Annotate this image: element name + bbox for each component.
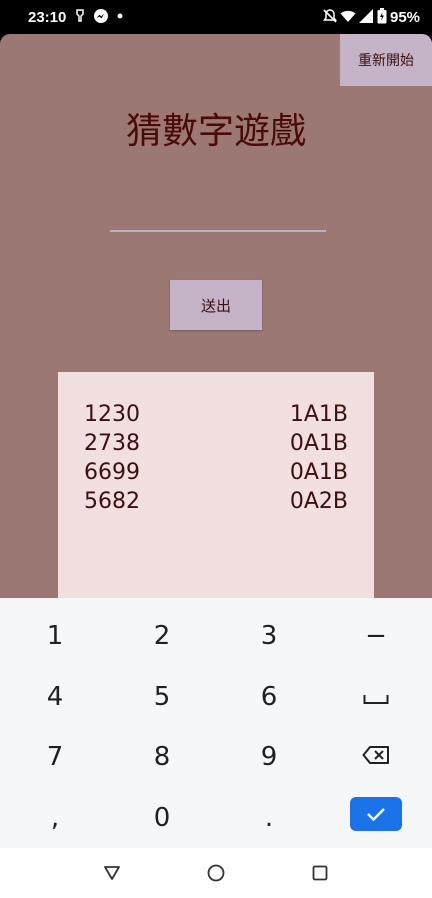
- guess-history: 1230 1A1B 2738 0A1B 6699 0A1B 5682 0A2B: [58, 372, 374, 598]
- key-2[interactable]: 2: [112, 608, 212, 664]
- key-1[interactable]: 1: [5, 608, 105, 664]
- submit-button[interactable]: 送出: [170, 280, 262, 330]
- history-result: 1A1B: [289, 402, 348, 427]
- page-title: 猜數字遊戲: [125, 111, 306, 152]
- home-icon[interactable]: [204, 861, 228, 885]
- restart-button[interactable]: 重新開始: [340, 34, 432, 86]
- key-6[interactable]: 6: [219, 669, 319, 725]
- space-icon: [363, 682, 389, 712]
- history-guess: 2738: [84, 431, 140, 456]
- game-screen: 重新開始 猜數字遊戲 送出 1230 1A1B 2738 0A1B 6699 0…: [0, 34, 432, 598]
- key-backspace[interactable]: [326, 729, 426, 785]
- key-7[interactable]: 7: [5, 729, 105, 785]
- key-confirm[interactable]: [326, 786, 426, 842]
- key-minus[interactable]: −: [326, 608, 426, 664]
- history-result: 0A1B: [289, 460, 348, 485]
- key-5[interactable]: 5: [112, 669, 212, 725]
- guess-input[interactable]: [110, 184, 326, 232]
- key-space[interactable]: [326, 669, 426, 725]
- navigation-bar: [0, 848, 432, 898]
- messenger-icon: [93, 8, 109, 24]
- key-4[interactable]: 4: [5, 669, 105, 725]
- history-row: 2738 0A1B: [84, 431, 348, 460]
- battery-icon: [377, 8, 387, 24]
- history-result: 0A1B: [289, 431, 348, 456]
- history-row: 1230 1A1B: [84, 402, 348, 431]
- numeric-keyboard: 1 2 3 − 4 5 6 7 8 9 , 0 .: [0, 598, 432, 848]
- check-icon: [350, 797, 402, 831]
- key-0[interactable]: 0: [112, 790, 212, 846]
- recents-icon[interactable]: [308, 861, 332, 885]
- history-guess: 1230: [84, 402, 140, 427]
- battery-percent: 95%: [390, 9, 421, 26]
- status-time: 23:10: [28, 9, 67, 26]
- backspace-icon: [362, 742, 390, 772]
- history-row: 6699 0A1B: [84, 460, 348, 489]
- status-bar: 23:10 95%: [0, 0, 432, 34]
- key-comma[interactable]: ,: [5, 790, 105, 846]
- back-icon[interactable]: [100, 861, 124, 885]
- history-guess: 6699: [84, 460, 140, 485]
- usb-icon: [72, 8, 88, 24]
- key-8[interactable]: 8: [112, 729, 212, 785]
- history-result: 0A2B: [289, 489, 348, 514]
- key-9[interactable]: 9: [219, 729, 319, 785]
- dot-icon: [114, 8, 130, 24]
- history-row: 5682 0A2B: [84, 489, 348, 518]
- signal-icon: [358, 8, 374, 24]
- mute-icon: [322, 8, 338, 24]
- wifi-icon: [340, 8, 356, 24]
- key-period[interactable]: .: [219, 790, 319, 846]
- key-3[interactable]: 3: [219, 608, 319, 664]
- history-guess: 5682: [84, 489, 140, 514]
